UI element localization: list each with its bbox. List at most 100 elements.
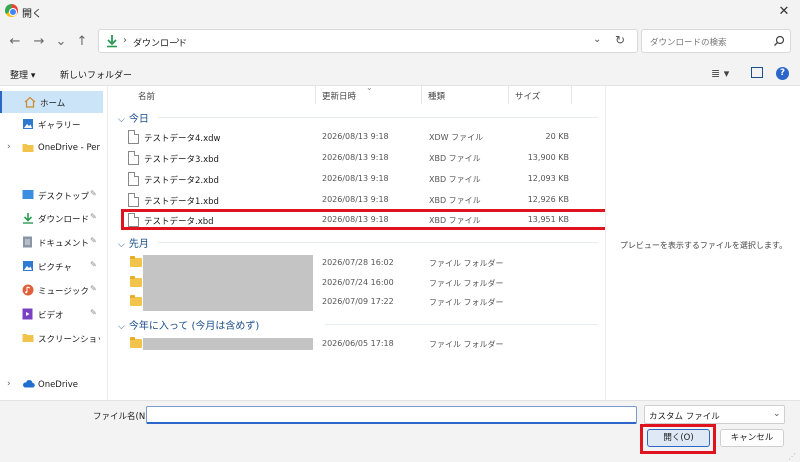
pin-icon: ✎: [90, 308, 97, 317]
address-bar[interactable]: › ダウンロード › ⌄ ↻: [98, 29, 638, 53]
sidebar-item-documents[interactable]: ドキュメント ✎: [0, 231, 103, 253]
file-name: テストデータ1.xbd: [144, 197, 219, 207]
group-header-last-month[interactable]: ⌵ 先月: [118, 235, 149, 250]
home-icon: [24, 96, 36, 108]
sort-indicator-icon: ⌄: [366, 83, 373, 92]
preview-pane: プレビューを表示するファイルを選択します。: [605, 86, 800, 400]
file-type: ファイル フォルダー: [429, 259, 504, 268]
desktop-icon: [22, 189, 34, 200]
group-header-this-year[interactable]: ⌵ 今年に入って (今月は含めず): [118, 317, 259, 332]
resize-grip-icon[interactable]: ⋰: [788, 452, 796, 461]
file-type: XDW ファイル: [429, 133, 484, 142]
sidebar-item-gallery[interactable]: ギャラリー: [0, 113, 103, 135]
file-list: 名前 更新日時 ⌄ 種類 サイズ ⌵ 今日 テストデータ4.xdw 2026/08…: [110, 83, 605, 400]
sidebar-item-home[interactable]: ホーム: [0, 91, 103, 113]
chevron-right-icon[interactable]: ›: [176, 35, 180, 46]
chevron-right-icon[interactable]: ›: [123, 35, 127, 46]
expand-chevron-icon[interactable]: ›: [7, 142, 11, 152]
download-icon: [22, 212, 34, 224]
document-icon: [22, 236, 33, 248]
file-row[interactable]: テストデータ3.xbd 2026/08/13 9:18 XBD ファイル 13,…: [118, 148, 605, 168]
chevron-down-icon: ⌵: [118, 240, 125, 250]
sidebar-item-downloads[interactable]: ダウンロード ✎: [0, 207, 103, 229]
folder-icon: [130, 256, 142, 267]
file-date: 2026/07/24 16:00: [322, 278, 394, 287]
sidebar-item-label: スクリーンショット: [38, 335, 100, 345]
file-type: XBD ファイル: [429, 154, 481, 163]
up-button[interactable]: ↑: [73, 32, 91, 50]
organize-menu[interactable]: 整理 ▾: [10, 68, 35, 81]
file-row[interactable]: テストデータ4.xdw 2026/08/13 9:18 XDW ファイル 20 …: [118, 127, 605, 147]
download-icon: [106, 34, 118, 48]
column-header-date[interactable]: 更新日時: [322, 90, 356, 102]
file-date: 2026/08/13 9:18: [322, 153, 389, 162]
pictures-icon: [22, 260, 34, 272]
column-header-size[interactable]: サイズ: [515, 90, 540, 102]
folder-icon: [130, 276, 142, 287]
sidebar-item-screenshots[interactable]: スクリーンショット: [0, 327, 103, 349]
file-type-filter-select[interactable]: カスタム ファイル ⌄: [644, 405, 785, 424]
new-folder-button[interactable]: 新しいフォルダー: [60, 68, 132, 81]
file-row[interactable]: テストデータ1.xbd 2026/08/13 9:18 XBD ファイル 12,…: [118, 190, 605, 210]
sidebar-item-onedrive[interactable]: › OneDrive: [0, 374, 103, 396]
window-title: 開く: [22, 9, 42, 20]
file-date: 2026/08/13 9:18: [322, 174, 389, 183]
group-divider: [158, 242, 598, 243]
folder-icon: [22, 142, 34, 153]
sidebar-item-desktop[interactable]: デスクトップ ✎: [0, 184, 103, 206]
highlight-box-open-button: [640, 424, 716, 454]
chevron-down-icon[interactable]: ⌄: [773, 409, 781, 419]
help-icon[interactable]: ?: [776, 67, 789, 80]
highlight-box-target-file: [121, 209, 609, 230]
command-toolbar: 整理 ▾ 新しいフォルダー ≣ ▾ ?: [0, 62, 800, 86]
file-row[interactable]: テストデータ2.xbd 2026/08/13 9:18 XBD ファイル 12,…: [118, 169, 605, 189]
search-input[interactable]: ダウンロードの検索: [641, 29, 791, 53]
redacted-folder-name: [143, 338, 313, 350]
file-date: 2026/08/13 9:18: [322, 132, 389, 141]
sidebar-item-videos[interactable]: ビデオ ✎: [0, 303, 103, 325]
search-icon[interactable]: [773, 35, 785, 47]
column-divider[interactable]: [315, 86, 316, 104]
file-name: テストデータ3.xbd: [144, 155, 219, 165]
recent-locations-button[interactable]: ⌄: [52, 32, 70, 50]
preview-pane-toggle-icon[interactable]: [751, 67, 763, 78]
pin-icon: ✎: [90, 236, 97, 245]
navigation-bar: ← → ⌄ ↑ › ダウンロード › ⌄ ↻ ダウンロードの検索: [0, 22, 800, 62]
file-icon: [128, 172, 139, 186]
sidebar-item-onedrive-personal[interactable]: › OneDrive - Pers: [0, 137, 103, 159]
file-name: テストデータ4.xdw: [144, 134, 221, 144]
file-icon: [128, 130, 139, 144]
chrome-app-icon: [5, 4, 18, 17]
file-type: XBD ファイル: [429, 196, 481, 205]
video-icon: [22, 308, 33, 320]
close-button[interactable]: ✕: [772, 1, 796, 21]
column-divider[interactable]: [508, 86, 509, 104]
file-size: 12,926 KB: [527, 195, 569, 204]
file-type: XBD ファイル: [429, 175, 481, 184]
group-header-today[interactable]: ⌵ 今日: [118, 110, 149, 125]
file-date: 2026/08/13 9:18: [322, 195, 389, 204]
music-icon: [22, 284, 34, 296]
column-divider[interactable]: [421, 86, 422, 104]
filename-label: ファイル名(N):: [93, 412, 152, 422]
refresh-icon[interactable]: ↻: [615, 33, 625, 47]
column-header-name[interactable]: 名前: [138, 90, 155, 102]
sidebar-item-music[interactable]: ミュージック ✎: [0, 279, 103, 301]
expand-chevron-icon[interactable]: ›: [7, 379, 11, 389]
back-button[interactable]: ←: [6, 32, 24, 50]
forward-button[interactable]: →: [30, 32, 48, 50]
sidebar-item-pictures[interactable]: ピクチャ ✎: [0, 255, 103, 277]
view-options-menu[interactable]: ≣ ▾: [711, 67, 729, 80]
file-type: ファイル フォルダー: [429, 279, 504, 288]
sidebar-item-label: OneDrive: [38, 380, 78, 390]
file-icon: [128, 151, 139, 165]
folder-icon: [22, 332, 34, 343]
column-header-type[interactable]: 種類: [428, 90, 445, 102]
filename-input[interactable]: [146, 406, 637, 424]
chevron-down-icon[interactable]: ⌄: [593, 34, 601, 45]
cancel-button[interactable]: キャンセル: [720, 429, 784, 447]
folder-icon: [130, 295, 142, 306]
file-date: 2026/07/09 17:22: [322, 297, 394, 306]
sidebar-item-label: ホーム: [40, 99, 66, 109]
column-divider[interactable]: [571, 86, 572, 104]
